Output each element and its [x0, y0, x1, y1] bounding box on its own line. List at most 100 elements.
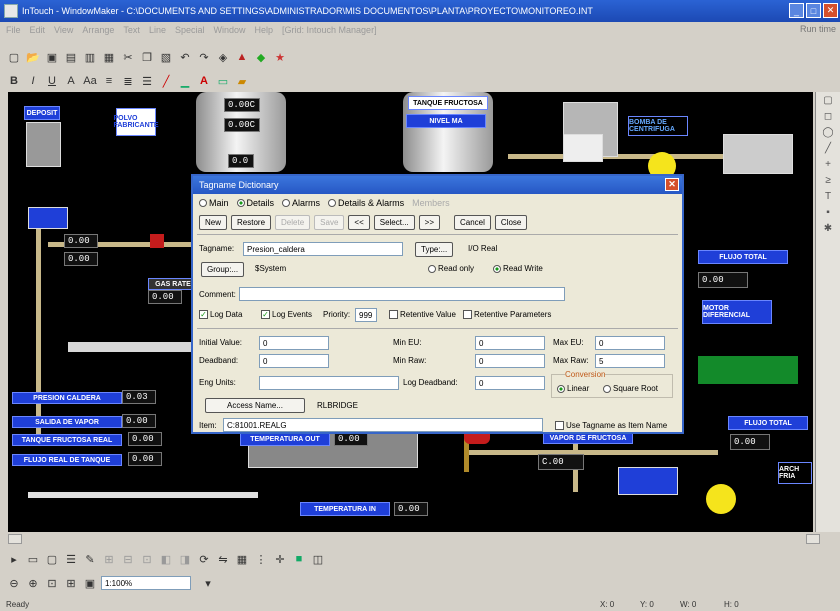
wizard-icon[interactable]: ✱	[816, 220, 840, 236]
list-icon[interactable]: ☰	[63, 551, 79, 567]
zoom-default-icon[interactable]: ▣	[82, 575, 98, 591]
group-icon[interactable]: ⊞	[101, 551, 117, 567]
runtime-link[interactable]: Run time	[800, 24, 836, 34]
copy-icon[interactable]: ❐	[139, 49, 155, 65]
line-icon[interactable]: ╱	[158, 73, 174, 89]
menu-grid[interactable]: [Grid: Intouch Manager]	[282, 25, 377, 35]
save-all-icon[interactable]: ▤	[63, 49, 79, 65]
zoom-fit-icon[interactable]: ⊡	[44, 575, 60, 591]
menu-arrange[interactable]: Arrange	[82, 25, 114, 35]
max-raw-field[interactable]: 5	[595, 354, 665, 368]
space-icon[interactable]: ⋮	[253, 551, 269, 567]
min-raw-field[interactable]: 0	[475, 354, 545, 368]
next-button[interactable]: >>	[418, 215, 440, 230]
retentive-value-checkbox[interactable]: Retentive Value	[389, 310, 456, 320]
item-field[interactable]: C:81001.REALG	[223, 418, 543, 432]
redo-icon[interactable]: ↷	[196, 49, 212, 65]
save-icon[interactable]: ▣	[44, 49, 60, 65]
line-tool-icon[interactable]: ╱	[816, 140, 840, 156]
fill-icon[interactable]: ▁	[177, 73, 193, 89]
underline-icon[interactable]: U	[44, 73, 60, 89]
polyline-icon[interactable]: ≥	[816, 172, 840, 188]
select-button[interactable]: Select...	[373, 215, 415, 230]
rect-icon[interactable]: ▭	[25, 551, 41, 567]
save-button[interactable]: Save	[314, 215, 345, 230]
radio-square-root[interactable]: Square Root	[603, 384, 658, 393]
ellipse-icon[interactable]: ◯	[816, 124, 840, 140]
log-deadband-field[interactable]: 0	[475, 376, 545, 390]
initial-value-field[interactable]: 0	[259, 336, 329, 350]
ungroup-icon[interactable]: ⊟	[120, 551, 136, 567]
animation-icon[interactable]: ◆	[253, 49, 269, 65]
bitmap-icon[interactable]: ▪	[816, 204, 840, 220]
dialog-close-icon[interactable]: ✕	[665, 178, 679, 191]
new-button[interactable]: New	[199, 215, 228, 230]
radio-linear[interactable]: Linear	[557, 384, 589, 393]
close-button-dialog[interactable]: Close	[494, 215, 528, 230]
script-icon[interactable]: ▲	[234, 49, 250, 65]
round-rect-icon[interactable]: ▢	[44, 551, 60, 567]
menu-view[interactable]: View	[54, 25, 73, 35]
radio-details[interactable]: Details	[236, 198, 274, 208]
close-button[interactable]: ✕	[823, 3, 838, 18]
log-data-checkbox[interactable]: ✓ Log Data	[199, 310, 242, 320]
menu-line[interactable]: Line	[149, 25, 166, 35]
cut-icon[interactable]: ✂	[120, 49, 136, 65]
prev-button[interactable]: <<	[348, 215, 370, 230]
menu-text[interactable]: Text	[123, 25, 140, 35]
delete-button[interactable]: Delete	[275, 215, 311, 230]
zoom-dropdown-icon[interactable]: ▾	[200, 575, 216, 591]
menu-special[interactable]: Special	[175, 25, 205, 35]
scroll-left-icon[interactable]	[8, 534, 22, 544]
align-icon[interactable]: ⊡	[139, 551, 155, 567]
group-button[interactable]: Group:...	[201, 262, 245, 277]
deadband-field[interactable]: 0	[259, 354, 329, 368]
zoom-in-icon[interactable]: ⊕	[25, 575, 41, 591]
access-name-button[interactable]: Access Name...	[205, 398, 305, 413]
zoom-window-icon[interactable]: ⊞	[63, 575, 79, 591]
center-icon[interactable]: ✛	[272, 551, 288, 567]
open-icon[interactable]: 📂	[25, 49, 41, 65]
radio-main[interactable]: Main	[199, 198, 229, 208]
type-button[interactable]: Type:...	[415, 242, 454, 257]
line-color-icon[interactable]: ▭	[215, 73, 231, 89]
log-events-checkbox[interactable]: ✓ Log Events	[261, 310, 312, 320]
horizontal-scrollbar[interactable]	[0, 532, 840, 546]
print-icon[interactable]: ▦	[101, 49, 117, 65]
radio-read-write[interactable]: Read Write	[493, 264, 543, 273]
layer-icon[interactable]: ◫	[310, 551, 326, 567]
use-tagname-checkbox[interactable]: Use Tagname as Item Name	[555, 421, 667, 431]
italic-icon[interactable]: I	[25, 73, 41, 89]
scroll-right-icon[interactable]	[806, 534, 820, 544]
pointer-icon[interactable]: ▸	[6, 551, 22, 567]
align-center-icon[interactable]: ≣	[120, 73, 136, 89]
max-eu-field[interactable]: 0	[595, 336, 665, 350]
menu-file[interactable]: File	[6, 25, 21, 35]
window-color-icon[interactable]: ▰	[234, 73, 250, 89]
delete-icon[interactable]: ▥	[82, 49, 98, 65]
new-icon[interactable]: ▢	[6, 49, 22, 65]
paste-icon[interactable]: ▧	[158, 49, 174, 65]
priority-field[interactable]: 999	[355, 308, 377, 322]
front-icon[interactable]: ◧	[158, 551, 174, 567]
font-icon[interactable]: A	[63, 73, 79, 89]
comment-field[interactable]	[239, 287, 565, 301]
undo-icon[interactable]: ↶	[177, 49, 193, 65]
run-icon[interactable]: ★	[272, 49, 288, 65]
min-eu-field[interactable]: 0	[475, 336, 545, 350]
font-size-icon[interactable]: Aa	[82, 73, 98, 89]
bold-icon[interactable]: B	[6, 73, 22, 89]
flip-icon[interactable]: ⇋	[215, 551, 231, 567]
radio-read-only[interactable]: Read only	[428, 264, 474, 273]
zoom-field[interactable]: 1:100%	[101, 576, 191, 590]
radio-details-alarms[interactable]: Details & Alarms	[328, 198, 404, 208]
align-right-icon[interactable]: ☰	[139, 73, 155, 89]
maximize-button[interactable]: □	[806, 3, 821, 18]
retentive-params-checkbox[interactable]: Retentive Parameters	[463, 310, 551, 320]
eng-units-field[interactable]	[259, 376, 399, 390]
back-icon[interactable]: ◨	[177, 551, 193, 567]
text-color-icon[interactable]: A	[196, 73, 212, 89]
text-tool-icon[interactable]: T	[816, 188, 840, 204]
rotate-icon[interactable]: ⟳	[196, 551, 212, 567]
pencil-icon[interactable]: ✎	[82, 551, 98, 567]
